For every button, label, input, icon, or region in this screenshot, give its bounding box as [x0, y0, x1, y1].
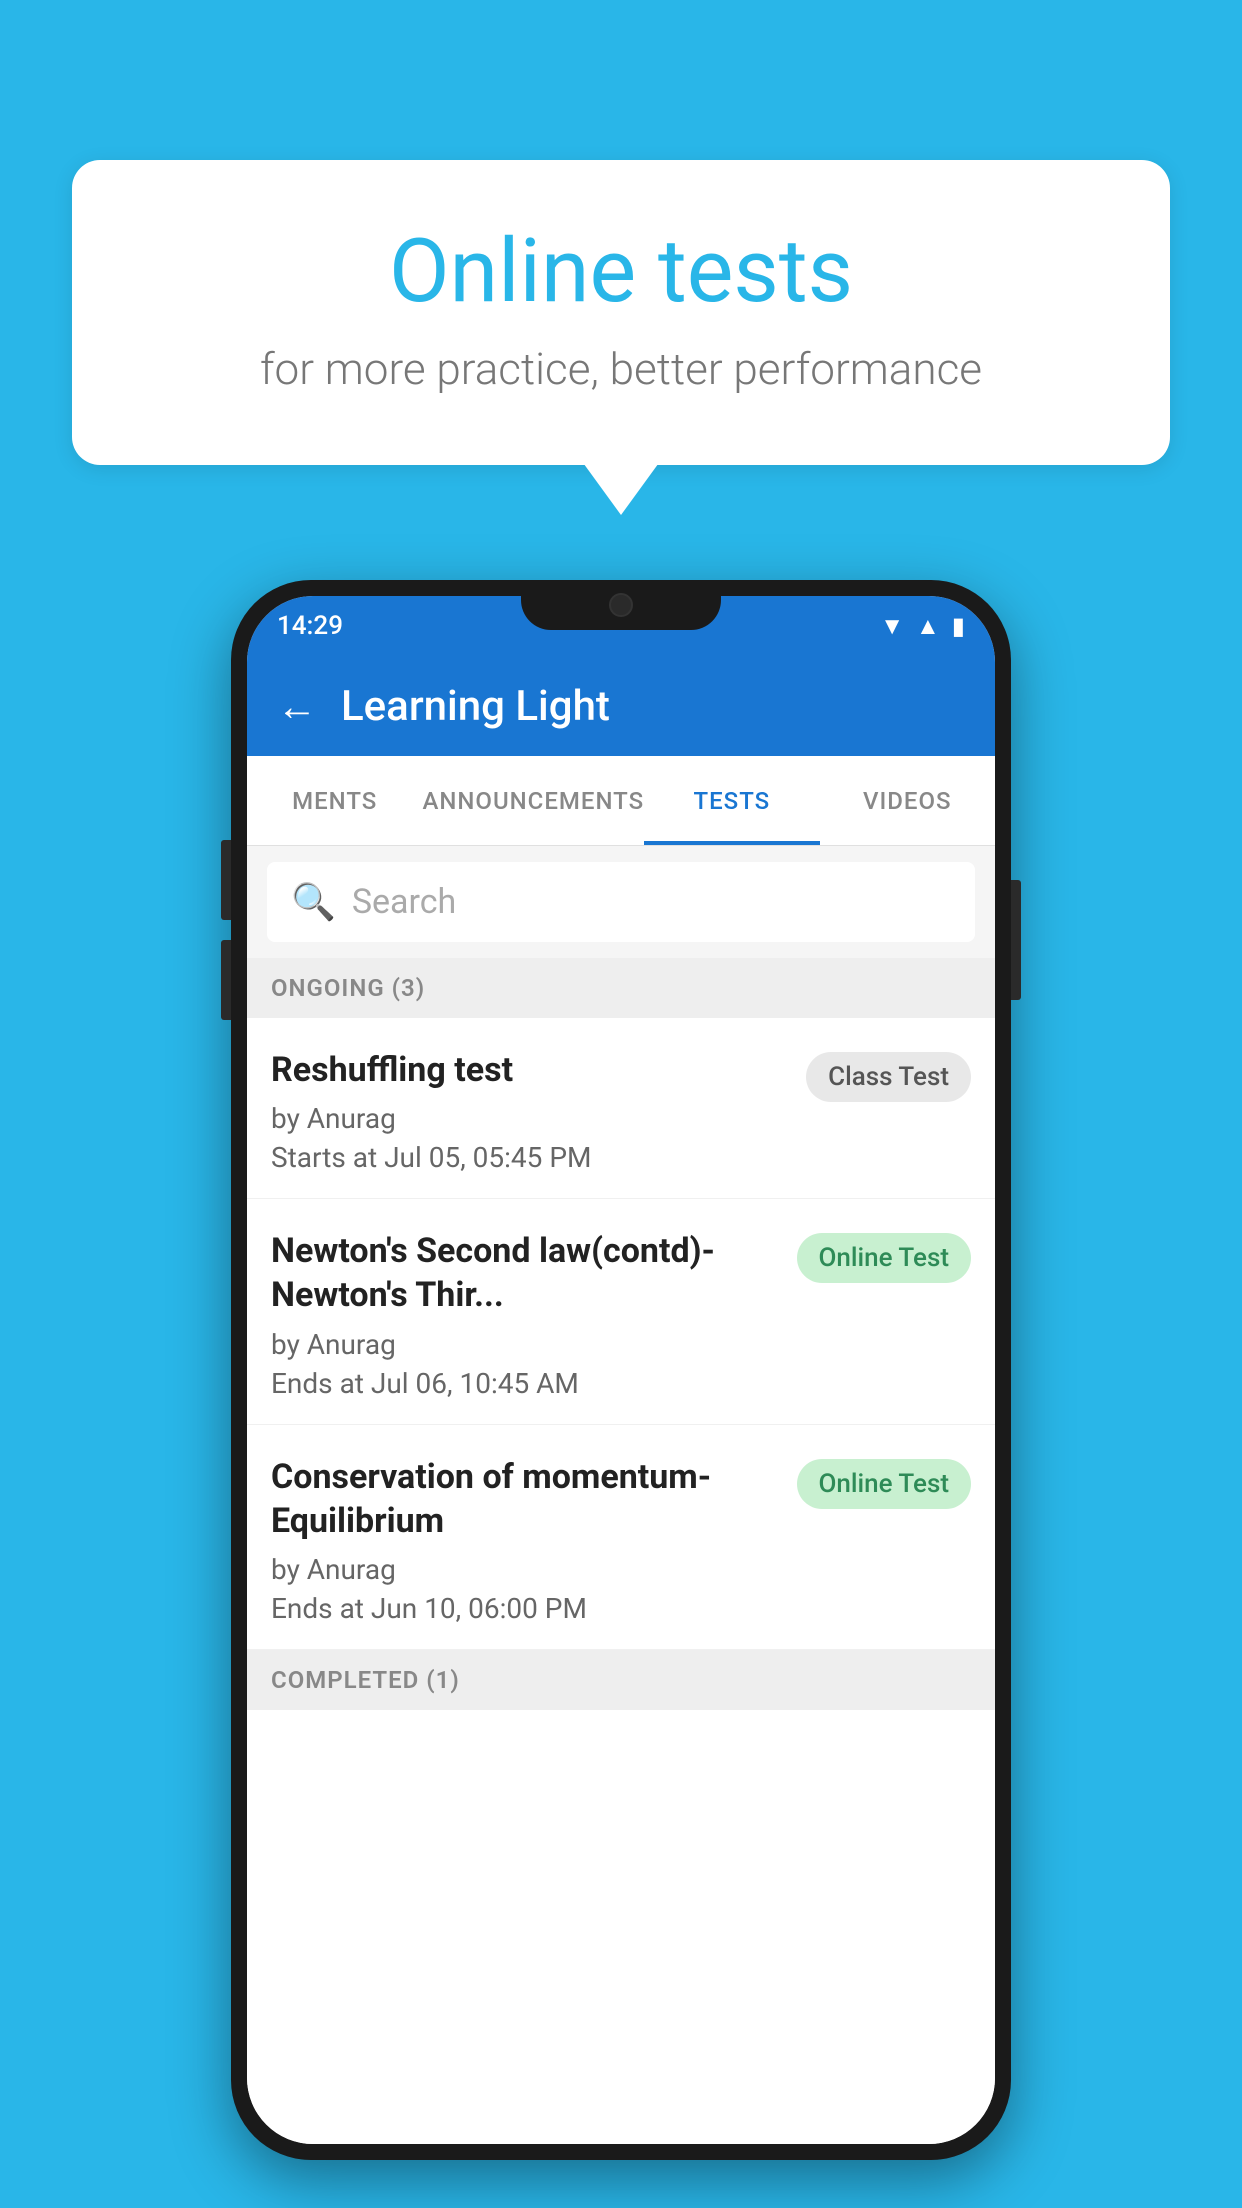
app-bar: ← Learning Light: [247, 656, 995, 756]
tab-announcements[interactable]: ANNOUNCEMENTS: [422, 756, 644, 845]
volume-down-button: [221, 940, 231, 1020]
bubble-title: Online tests: [132, 220, 1110, 323]
search-icon: 🔍: [291, 881, 336, 923]
volume-up-button: [221, 840, 231, 920]
search-container: 🔍 Search: [247, 846, 995, 958]
test-time-1: Starts at Jul 05, 05:45 PM: [271, 1141, 790, 1174]
app-title: Learning Light: [341, 682, 610, 731]
test-time-2: Ends at Jul 06, 10:45 AM: [271, 1367, 781, 1400]
phone-camera: [609, 593, 633, 617]
signal-icon: ▲: [916, 612, 940, 641]
phone-notch: [521, 580, 721, 630]
test-author-2: by Anurag: [271, 1328, 781, 1361]
speech-bubble: Online tests for more practice, better p…: [72, 160, 1170, 465]
search-placeholder: Search: [352, 882, 456, 922]
status-icons: ▼ ▲ ▮: [880, 612, 965, 641]
phone-mockup: 14:29 ▼ ▲ ▮ ← Learning Light MENTS ANNOU…: [231, 580, 1011, 2160]
test-item-newton[interactable]: Newton's Second law(contd)-Newton's Thir…: [247, 1199, 995, 1424]
badge-class-test-1: Class Test: [806, 1052, 971, 1102]
test-author-3: by Anurag: [271, 1553, 781, 1586]
test-title-3: Conservation of momentum-Equilibrium: [271, 1455, 781, 1543]
bubble-subtitle: for more practice, better performance: [132, 343, 1110, 395]
status-time: 14:29: [277, 611, 343, 641]
test-title-1: Reshuffling test: [271, 1048, 790, 1092]
test-item-conservation[interactable]: Conservation of momentum-Equilibrium by …: [247, 1425, 995, 1650]
search-bar[interactable]: 🔍 Search: [267, 862, 975, 942]
tab-videos[interactable]: VIDEOS: [820, 756, 995, 845]
phone-screen: 14:29 ▼ ▲ ▮ ← Learning Light MENTS ANNOU…: [247, 596, 995, 2144]
battery-icon: ▮: [952, 612, 965, 640]
test-info-2: Newton's Second law(contd)-Newton's Thir…: [271, 1229, 797, 1399]
tabs-container: MENTS ANNOUNCEMENTS TESTS VIDEOS: [247, 756, 995, 846]
test-list: Reshuffling test by Anurag Starts at Jul…: [247, 1018, 995, 2144]
power-button: [1011, 880, 1021, 1000]
badge-online-test-3: Online Test: [797, 1459, 972, 1509]
ongoing-section-header: ONGOING (3): [247, 958, 995, 1018]
test-time-3: Ends at Jun 10, 06:00 PM: [271, 1592, 781, 1625]
badge-online-test-2: Online Test: [797, 1233, 972, 1283]
tab-ments[interactable]: MENTS: [247, 756, 422, 845]
back-button[interactable]: ←: [277, 683, 317, 730]
test-author-1: by Anurag: [271, 1102, 790, 1135]
phone-frame: 14:29 ▼ ▲ ▮ ← Learning Light MENTS ANNOU…: [231, 580, 1011, 2160]
test-item-reshuffling[interactable]: Reshuffling test by Anurag Starts at Jul…: [247, 1018, 995, 1199]
test-info-1: Reshuffling test by Anurag Starts at Jul…: [271, 1048, 806, 1174]
test-info-3: Conservation of momentum-Equilibrium by …: [271, 1455, 797, 1625]
completed-section-header: COMPLETED (1): [247, 1650, 995, 1710]
test-title-2: Newton's Second law(contd)-Newton's Thir…: [271, 1229, 781, 1317]
wifi-icon: ▼: [880, 612, 904, 641]
tab-tests[interactable]: TESTS: [644, 756, 819, 845]
